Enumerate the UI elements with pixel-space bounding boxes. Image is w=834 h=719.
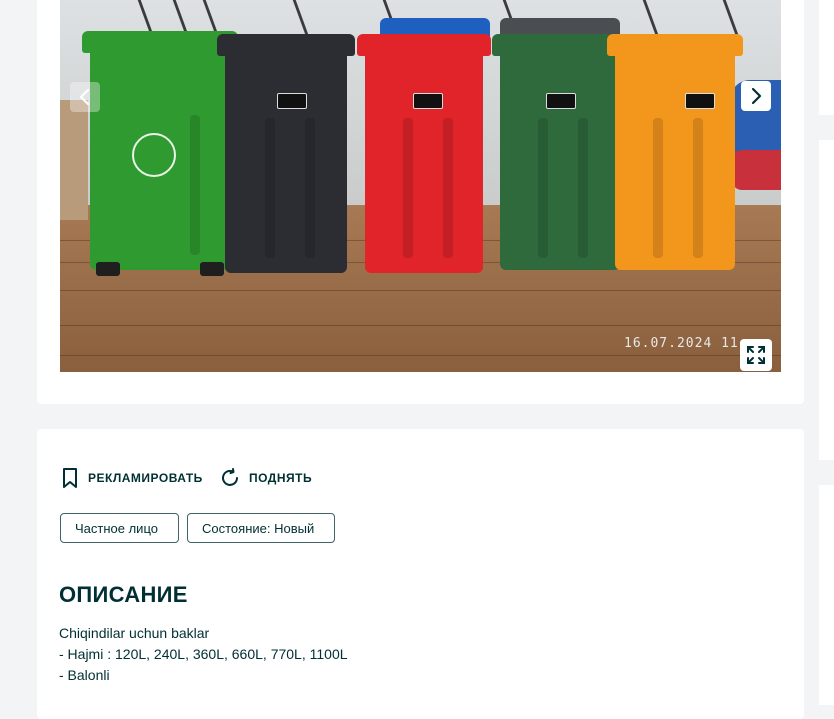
photo-timestamp: 16.07.2024 11: <box>624 336 748 351</box>
description-line: - Balonli <box>59 667 110 683</box>
refresh-icon <box>222 468 238 486</box>
fullscreen-button[interactable] <box>740 339 772 371</box>
listing-photo[interactable] <box>60 0 781 372</box>
red-bin <box>357 34 491 273</box>
raise-label: ПОДНЯТЬ <box>249 471 313 485</box>
chevron-left-icon <box>79 88 90 106</box>
description-line: - Hajmi : 120L, 240L, 360L, 660L, 770L, … <box>59 646 348 662</box>
condition-tag: Состояние: Новый <box>187 513 335 543</box>
bookmark-icon <box>63 468 77 488</box>
dark-green-bin <box>492 34 628 270</box>
orange-bin <box>607 34 743 270</box>
side-card <box>819 140 834 460</box>
description-title: ОПИСАНИЕ <box>59 582 188 607</box>
background-cloth <box>732 150 781 190</box>
black-bin <box>217 34 355 273</box>
chevron-right-icon <box>751 87 762 105</box>
background-box <box>60 100 88 220</box>
gallery-prev-button[interactable] <box>70 82 100 112</box>
promote-label: РЕКЛАМИРОВАТЬ <box>88 471 203 485</box>
side-card <box>819 485 834 705</box>
promote-button[interactable]: РЕКЛАМИРОВАТЬ <box>60 467 203 489</box>
raise-button[interactable]: ПОДНЯТЬ <box>219 467 312 489</box>
expand-icon <box>747 346 765 364</box>
green-bin <box>82 31 238 276</box>
gallery-next-button[interactable] <box>741 81 771 111</box>
side-card <box>819 0 834 115</box>
description-line: Chiqindilar uchun baklar <box>59 625 210 641</box>
seller-type-tag: Частное лицо <box>60 513 179 543</box>
